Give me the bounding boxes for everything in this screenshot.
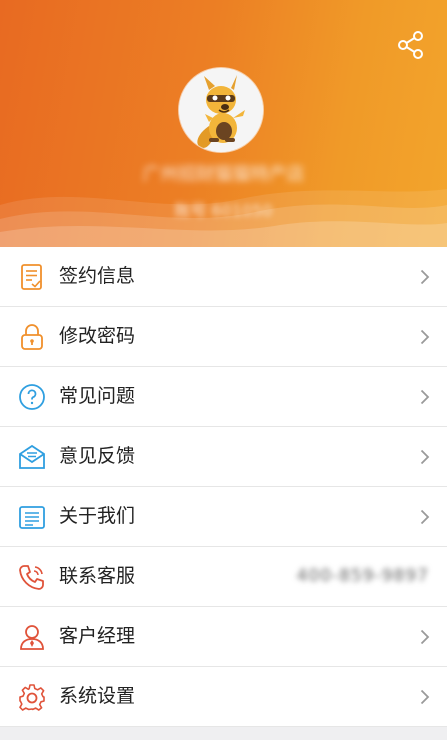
menu-item-label: 系统设置 (59, 685, 136, 707)
settings-menu: 签约信息 修改密码 常见问题 意见反馈 关于我们 联系客服 400-859-98… (0, 247, 447, 727)
lock-icon (21, 324, 43, 350)
menu-item-label: 意见反馈 (59, 445, 136, 467)
menu-item-label: 客户经理 (59, 625, 136, 647)
menu-item-label: 常见问题 (59, 385, 136, 407)
chevron-right-icon (420, 449, 430, 465)
chevron-right-icon (420, 689, 430, 705)
menu-item-label: 签约信息 (59, 265, 136, 287)
share-icon[interactable] (397, 30, 425, 60)
menu-item-label: 联系客服 (59, 565, 136, 587)
chevron-right-icon (420, 509, 430, 525)
menu-item-faq[interactable]: 常见问题 (0, 367, 447, 427)
menu-item-about-us[interactable]: 关于我们 (0, 487, 447, 547)
menu-item-system-settings[interactable]: 系统设置 (0, 667, 447, 727)
avatar[interactable] (179, 68, 263, 152)
menu-item-label: 关于我们 (59, 505, 136, 527)
kangaroo-mascot-icon (179, 68, 263, 152)
person-icon (20, 625, 44, 650)
chevron-right-icon (420, 329, 430, 345)
mail-icon (19, 444, 45, 469)
menu-item-account-manager[interactable]: 客户经理 (0, 607, 447, 667)
profile-header: 广州招财猫猫特产店 账号 601050 (0, 0, 447, 247)
menu-item-feedback[interactable]: 意见反馈 (0, 427, 447, 487)
menu-item-label: 修改密码 (59, 325, 136, 347)
chevron-right-icon (420, 629, 430, 645)
question-icon (19, 384, 45, 410)
account-number: 账号 601050 (174, 201, 273, 220)
menu-item-customer-service[interactable]: 联系客服 400-859-9897 (0, 547, 447, 607)
chevron-right-icon (420, 389, 430, 405)
gear-icon (19, 684, 45, 711)
shop-name: 广州招财猫猫特产店 (142, 164, 305, 185)
phone-icon (19, 565, 44, 590)
contract-icon (21, 264, 42, 290)
menu-item-change-password[interactable]: 修改密码 (0, 307, 447, 367)
chevron-right-icon (420, 269, 430, 285)
service-phone-number[interactable]: 400-859-9897 (297, 566, 429, 586)
menu-item-contract-info[interactable]: 签约信息 (0, 247, 447, 307)
document-icon (19, 506, 45, 529)
